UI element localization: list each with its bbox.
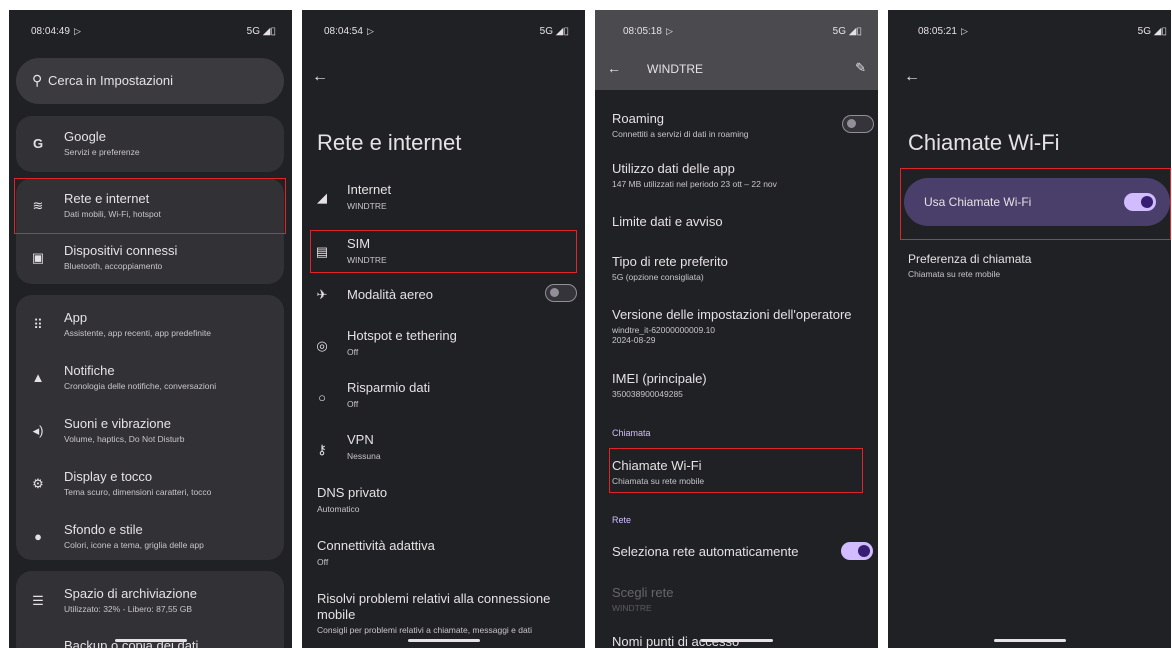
settings-main-screen: 08:04:49 ▷ 5G ◢▯ ⚲ Cerca in Impostazioni … (9, 10, 292, 648)
gesture-handle[interactable] (407, 639, 480, 642)
cast-icon: ▷ (73, 26, 81, 36)
devices-icon: ▣ (31, 250, 45, 265)
signal-battery-icon: ◢▯ (848, 26, 862, 37)
cast-icon: ▷ (960, 26, 968, 36)
row-troubleshoot[interactable]: Risolvi problemi relativi alla connessio… (302, 591, 585, 641)
row-network-type[interactable]: Tipo di rete preferito 5G (opzione consi… (612, 254, 864, 282)
row-call-preference[interactable]: Preferenza di chiamata Chiamata su rete … (908, 252, 1157, 279)
airplane-toggle[interactable] (545, 284, 577, 302)
settings-item-display[interactable]: ⚙ Display e tocco Tema scuro, dimensioni… (16, 458, 284, 510)
row-adaptive[interactable]: Connettività adattiva Off (302, 538, 585, 578)
row-carrier-settings[interactable]: Versione delle impostazioni dell'operato… (612, 307, 864, 345)
settings-item-apps[interactable]: ⠿ App Assistente, app recenti, app prede… (16, 299, 284, 351)
status-bar: 08:05:18 ▷ 5G ◢▯ (595, 10, 878, 50)
appbar-title: WINDTRE (647, 62, 703, 76)
settings-item-notifications[interactable]: ▲ Notifiche Cronologia delle notifiche, … (16, 352, 284, 404)
device-card: ⠿ App Assistente, app recenti, app prede… (16, 295, 284, 560)
edit-pencil-icon[interactable]: ✎ (855, 60, 866, 76)
roaming-toggle[interactable] (842, 115, 874, 133)
google-title: Google (64, 129, 106, 144)
google-subtitle: Servizi e preferenze (64, 147, 140, 157)
top-app-bar: ← WINDTRE ✎ (595, 50, 878, 90)
row-vpn[interactable]: ⚷ VPN Nessuna (302, 432, 585, 476)
palette-icon: ● (34, 529, 42, 544)
network-type: 5G (246, 26, 261, 37)
settings-item-storage[interactable]: ☰ Spazio di archiviazione Utilizzato: 32… (16, 575, 284, 627)
row-internet[interactable]: ◢ Internet WINDTRE (302, 182, 585, 226)
storage-icon: ☰ (32, 593, 44, 608)
cast-icon: ▷ (366, 26, 374, 36)
row-data-saver[interactable]: ○ Risparmio dati Off (302, 380, 585, 424)
gesture-handle[interactable] (700, 639, 773, 642)
volume-icon: ◂) (32, 423, 44, 438)
search-bar[interactable]: ⚲ Cerca in Impostazioni (16, 58, 284, 104)
highlight-use-wifi-calling (900, 168, 1171, 240)
settings-item-sound[interactable]: ◂) Suoni e vibrazione Volume, haptics, D… (16, 405, 284, 457)
status-time: 08:04:54 (324, 26, 363, 37)
data-saver-icon: ○ (318, 390, 326, 405)
status-bar: 08:04:49 ▷ 5G ◢▯ (9, 10, 292, 50)
settings-item-wallpaper[interactable]: ● Sfondo e stile Colori, icone a tema, g… (16, 511, 284, 563)
highlight-sim (310, 230, 577, 273)
vpn-key-icon: ⚷ (317, 442, 327, 457)
gesture-handle[interactable] (993, 639, 1066, 642)
status-bar: 08:05:21 ▷ 5G ◢▯ (888, 10, 1171, 50)
row-imei[interactable]: IMEI (principale) 350038900049285 (612, 371, 864, 399)
signal-battery-icon: ◢▯ (1153, 26, 1167, 37)
settings-item-backup[interactable]: Backup o copia dei dati (16, 627, 284, 648)
cast-icon: ▷ (665, 26, 673, 36)
network-type: 5G (832, 26, 847, 37)
network-type: 5G (539, 26, 554, 37)
row-roaming[interactable]: Roaming Connettiti a servizi di dati in … (612, 111, 864, 139)
status-time: 08:04:49 (31, 26, 70, 37)
google-card[interactable]: G Google Servizi e preferenze (16, 116, 284, 172)
airplane-icon: ✈ (316, 287, 328, 302)
network-type: 5G (1137, 26, 1152, 37)
sim-settings-screen: 08:05:18 ▷ 5G ◢▯ ← WINDTRE ✎ Roaming Conn… (595, 10, 878, 648)
bell-icon: ▲ (31, 370, 45, 385)
signal-icon: ◢ (317, 190, 327, 205)
highlight-network (14, 178, 286, 234)
row-auto-network[interactable]: Seleziona rete automaticamente (612, 544, 864, 559)
page-title: Chiamate Wi-Fi (908, 130, 1060, 155)
settings-item-devices[interactable]: ▣ Dispositivi connessi Bluetooth, accopp… (16, 232, 284, 284)
row-airplane[interactable]: ✈ Modalità aereo (302, 284, 585, 317)
back-arrow-icon[interactable]: ← (904, 68, 920, 86)
row-hotspot[interactable]: ◎ Hotspot e tethering Off (302, 328, 585, 372)
back-arrow-icon[interactable]: ← (607, 60, 621, 76)
gesture-handle[interactable] (114, 639, 187, 642)
row-private-dns[interactable]: DNS privato Automatico (302, 485, 585, 525)
page-title: Rete e internet (317, 130, 462, 155)
google-icon: G (32, 136, 44, 151)
hotspot-icon: ◎ (316, 338, 328, 353)
row-app-data[interactable]: Utilizzo dati delle app 147 MB utilizzat… (612, 161, 864, 189)
storage-card: ☰ Spazio di archiviazione Utilizzato: 32… (16, 571, 284, 648)
highlight-wifi-calling (609, 448, 863, 493)
status-time: 08:05:21 (918, 26, 957, 37)
signal-battery-icon: ◢▯ (555, 26, 569, 37)
status-bar: 08:04:54 ▷ 5G ◢▯ (302, 10, 585, 50)
auto-network-toggle[interactable] (841, 542, 873, 560)
section-header-network: Rete (612, 515, 632, 525)
brightness-icon: ⚙ (32, 476, 44, 491)
row-choose-network: Scegli rete WINDTRE (612, 585, 674, 613)
network-internet-screen: 08:04:54 ▷ 5G ◢▯ ← Rete e internet ◢ Inte… (302, 10, 585, 648)
search-icon: ⚲ (32, 72, 43, 88)
wifi-calling-screen: 08:05:21 ▷ 5G ◢▯ ← Chiamate Wi-Fi Usa Chi… (888, 10, 1171, 648)
back-arrow-icon[interactable]: ← (312, 68, 328, 86)
search-placeholder: Cerca in Impostazioni (48, 73, 173, 88)
signal-battery-icon: ◢▯ (262, 26, 276, 37)
status-time: 08:05:18 (623, 26, 662, 37)
section-header-call: Chiamata (612, 428, 651, 438)
row-data-limit[interactable]: Limite dati e avviso (612, 214, 864, 229)
apps-icon: ⠿ (33, 317, 43, 332)
